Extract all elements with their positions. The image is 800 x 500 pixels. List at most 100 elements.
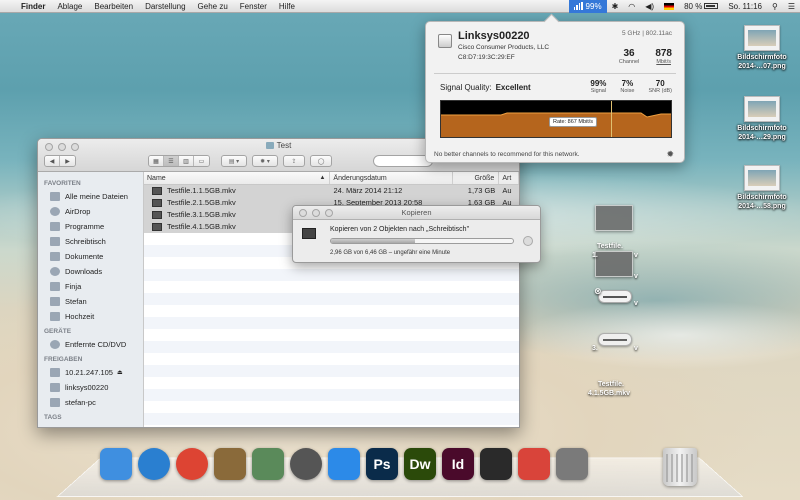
desktop-file[interactable]: Bildschirmfoto 2014-…58.png bbox=[727, 165, 797, 211]
airdrop-icon bbox=[50, 207, 60, 216]
list-view-button[interactable]: ☰ bbox=[164, 156, 179, 166]
drag-label: Testfile. bbox=[598, 381, 624, 388]
menu-app-name[interactable]: Finder bbox=[15, 0, 51, 13]
notification-center-icon[interactable]: ☰ bbox=[783, 0, 800, 13]
chrome-app-icon[interactable] bbox=[176, 448, 208, 480]
wifi-icon[interactable]: ◠ bbox=[623, 0, 640, 13]
desktop-icon bbox=[50, 237, 60, 246]
clock[interactable]: So. 11:16 bbox=[723, 0, 767, 13]
trash-icon[interactable] bbox=[663, 448, 697, 486]
network-vendor: Cisco Consumer Products, LLC bbox=[458, 44, 550, 51]
menu-darstellung[interactable]: Darstellung bbox=[139, 0, 191, 13]
column-header-size[interactable]: Größe bbox=[453, 172, 500, 184]
search-input[interactable] bbox=[373, 155, 433, 167]
snr-value: 70 bbox=[655, 79, 665, 88]
menu-fenster[interactable]: Fenster bbox=[234, 0, 273, 13]
sidebar-header-tags: TAGS bbox=[44, 414, 62, 421]
action-gear-button[interactable]: ✹ ▾ bbox=[252, 155, 278, 167]
eject-icon[interactable]: ⏏ bbox=[117, 369, 123, 376]
dreamweaver-app-icon[interactable]: Dw bbox=[404, 448, 436, 480]
sidebar-item-documents[interactable]: Dokumente bbox=[38, 249, 143, 264]
copy-progress-dialog: Kopieren Kopieren von 2 Objekten nach „S… bbox=[292, 205, 541, 263]
battery-status[interactable]: 80 % bbox=[679, 0, 723, 13]
drag-remove-icon: ⊗ bbox=[594, 286, 602, 296]
table-row[interactable]: Testfile.1.1.5GB.mkv 24. März 2014 21:12… bbox=[144, 185, 519, 197]
copy-file-icon bbox=[302, 228, 316, 239]
sidebar-item-finja[interactable]: Finja bbox=[38, 279, 143, 294]
drag-label: v bbox=[634, 300, 638, 307]
appstore-app-icon[interactable] bbox=[328, 448, 360, 480]
gear-icon[interactable]: ✹ bbox=[666, 149, 674, 160]
copy-description: Kopieren von 2 Objekten nach „Schreibtis… bbox=[330, 226, 470, 233]
close-button[interactable] bbox=[299, 209, 307, 217]
wifi-signal-menu[interactable]: 99% bbox=[568, 0, 607, 13]
menu-bearbeiten[interactable]: Bearbeiten bbox=[88, 0, 139, 13]
signal-graph: Rate: 867 Mbit/s bbox=[440, 100, 672, 138]
spotlight-icon[interactable]: ⚲ bbox=[767, 0, 783, 13]
tag-button[interactable]: ◯ bbox=[310, 155, 332, 167]
cancel-copy-button[interactable] bbox=[523, 236, 533, 246]
drag-label: v bbox=[634, 273, 638, 280]
dragged-file-ghost bbox=[598, 333, 632, 346]
minimize-button[interactable] bbox=[312, 209, 320, 217]
sidebar-item-share-ip[interactable]: 10.21.247.105 ⏏ bbox=[38, 365, 143, 380]
remote-desktop-app-icon[interactable] bbox=[518, 448, 550, 480]
column-view-button[interactable]: ▥ bbox=[179, 156, 194, 166]
sidebar-item-airdrop[interactable]: AirDrop bbox=[38, 204, 143, 219]
language-flag-icon[interactable] bbox=[659, 0, 679, 13]
mail-app-icon[interactable] bbox=[214, 448, 246, 480]
sidebar-item-share-linksys[interactable]: linksys00220 bbox=[38, 380, 143, 395]
back-forward-control: ◀ ▶ bbox=[44, 155, 76, 167]
drag-label: Testfile. bbox=[597, 243, 623, 250]
coverflow-view-button[interactable]: ▭ bbox=[194, 156, 209, 166]
snr-label: SNR (dB) bbox=[648, 88, 672, 94]
copy-progress-bar bbox=[330, 238, 514, 244]
forward-button[interactable]: ▶ bbox=[60, 156, 75, 166]
recommendation-text: No better channels to recommend for this… bbox=[434, 151, 580, 158]
rate-unit-label[interactable]: Mbit/s bbox=[655, 59, 672, 65]
rate-stat: 878 Mbit/s bbox=[655, 48, 672, 65]
sidebar-item-desktop[interactable]: Schreibtisch bbox=[38, 234, 143, 249]
iphoto-app-icon[interactable] bbox=[252, 448, 284, 480]
signal-metric: 99% Signal bbox=[590, 79, 606, 94]
arrange-button[interactable]: ▤ ▾ bbox=[221, 155, 247, 167]
sidebar-item-hochzeit[interactable]: Hochzeit bbox=[38, 309, 143, 324]
wifi-signal-percent: 99% bbox=[585, 1, 602, 11]
indesign-app-icon[interactable]: Id bbox=[442, 448, 474, 480]
applications-icon bbox=[50, 222, 60, 231]
desktop-file[interactable]: Bildschirmfoto 2014-…29.png bbox=[727, 96, 797, 142]
facetime-app-icon[interactable] bbox=[290, 448, 322, 480]
volume-icon[interactable]: ◀) bbox=[640, 0, 659, 13]
photoshop-app-icon[interactable]: Ps bbox=[366, 448, 398, 480]
sidebar-item-all-files[interactable]: Alle meine Dateien bbox=[38, 189, 143, 204]
column-header-row: Name ▲ Änderungsdatum Größe Art bbox=[144, 172, 519, 185]
system-prefs-app-icon[interactable] bbox=[556, 448, 588, 480]
copy-progress-fill bbox=[331, 239, 415, 243]
sidebar-item-applications[interactable]: Programme bbox=[38, 219, 143, 234]
rate-tag: Rate: 867 Mbit/s bbox=[549, 117, 598, 127]
signal-label: Signal bbox=[590, 88, 607, 94]
copy-dialog-titlebar: Kopieren bbox=[293, 206, 540, 220]
menu-hilfe[interactable]: Hilfe bbox=[273, 0, 301, 13]
share-button[interactable]: ⇪ bbox=[283, 155, 305, 167]
sidebar-item-downloads[interactable]: Downloads bbox=[38, 264, 143, 279]
sidebar-item-stefan[interactable]: Stefan bbox=[38, 294, 143, 309]
column-header-name[interactable]: Name ▲ bbox=[144, 172, 331, 184]
wifi-explorer-popover: Linksys00220 Cisco Consumer Products, LL… bbox=[425, 21, 685, 163]
safari-app-icon[interactable] bbox=[138, 448, 170, 480]
activity-monitor-app-icon[interactable] bbox=[480, 448, 512, 480]
icon-view-button[interactable]: ▦ bbox=[149, 156, 164, 166]
drag-label: 1. bbox=[592, 252, 598, 259]
desktop-file[interactable]: Bildschirmfoto 2014-…07.png bbox=[727, 25, 797, 71]
column-header-date[interactable]: Änderungsdatum bbox=[330, 172, 454, 184]
sidebar-item-share-stefan-pc[interactable]: stefan-pc bbox=[38, 395, 143, 410]
column-header-kind[interactable]: Art bbox=[499, 172, 519, 184]
bluetooth-icon[interactable]: ✱ bbox=[607, 0, 624, 13]
sidebar-item-remote-disc[interactable]: Entfernte CD/DVD bbox=[38, 337, 143, 352]
menu-gehe-zu[interactable]: Gehe zu bbox=[192, 0, 234, 13]
menu-ablage[interactable]: Ablage bbox=[51, 0, 88, 13]
zoom-button[interactable] bbox=[325, 209, 333, 217]
finder-app-icon[interactable] bbox=[100, 448, 132, 480]
server-icon bbox=[50, 368, 60, 377]
back-button[interactable]: ◀ bbox=[45, 156, 60, 166]
